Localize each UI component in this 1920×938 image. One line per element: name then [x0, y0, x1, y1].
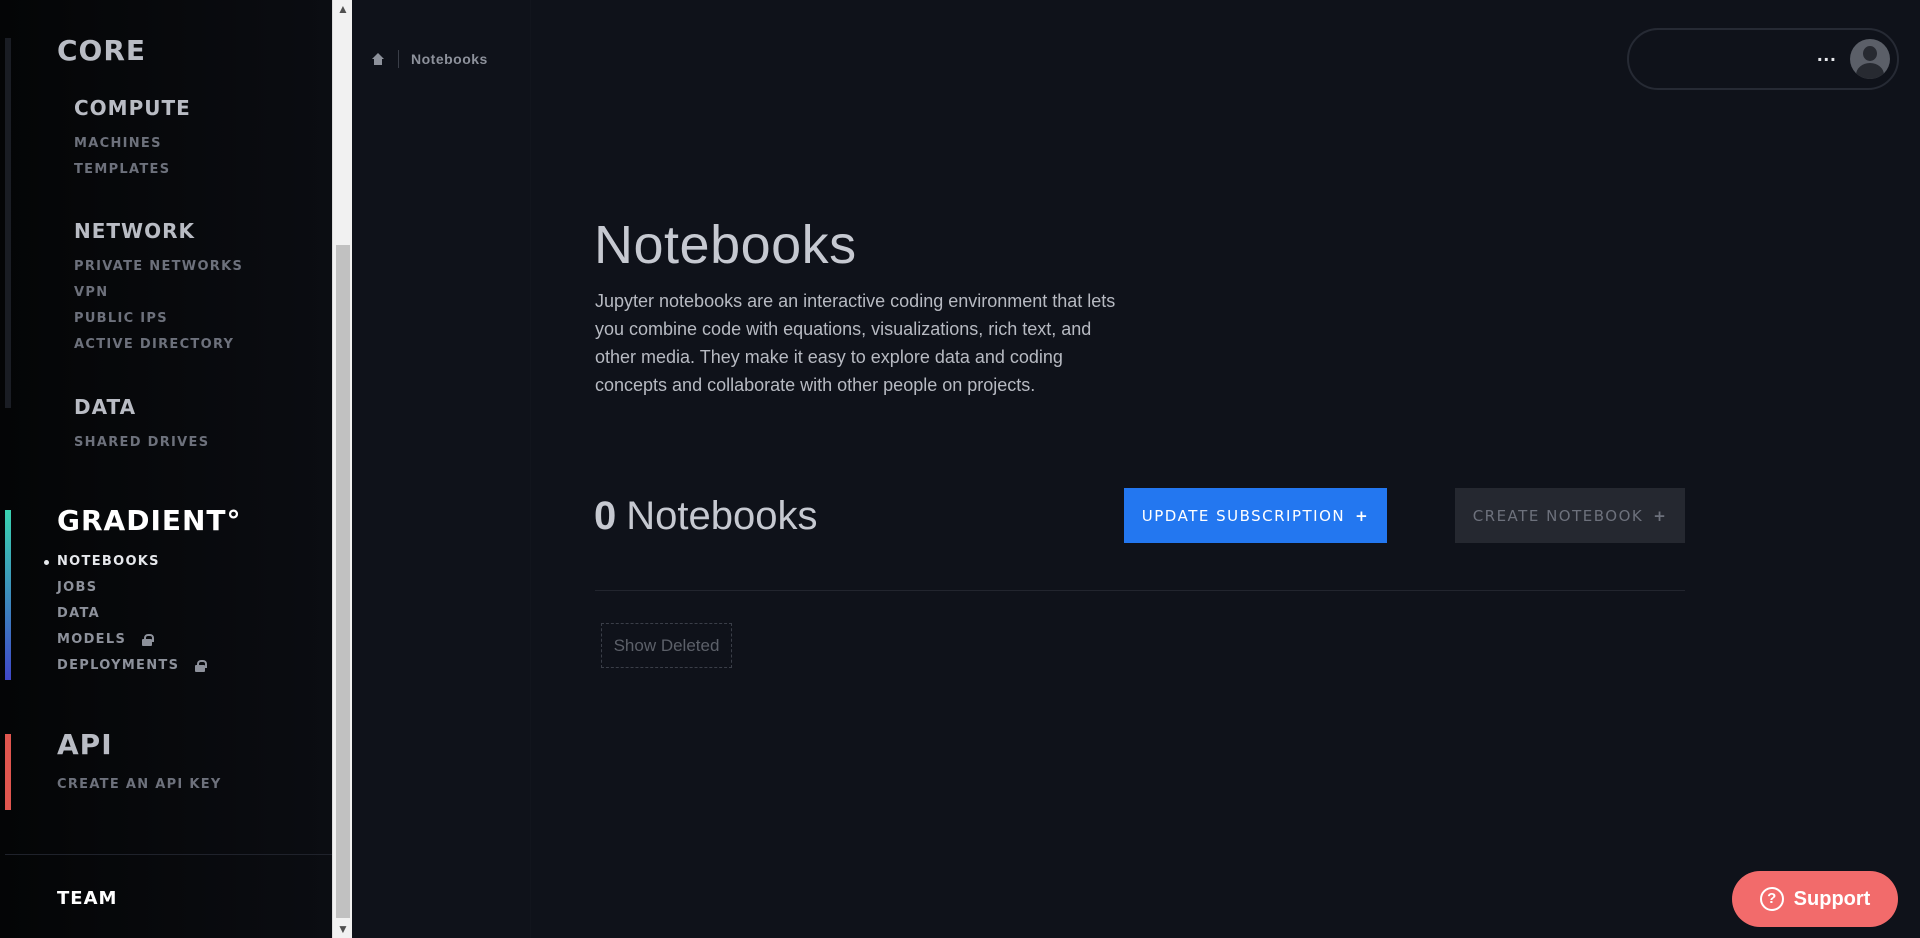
sidebar-item-label: DEPLOYMENTS [57, 658, 180, 673]
support-label: Support [1793, 887, 1871, 910]
column-divider [530, 0, 531, 938]
sidebar-item-public-ips[interactable]: PUBLIC IPS [74, 311, 168, 326]
sidebar-item-data[interactable]: DATA [57, 606, 100, 621]
support-button[interactable]: ? Support [1732, 871, 1898, 927]
core-accent-bar [5, 38, 11, 408]
update-subscription-button[interactable]: UPDATE SUBSCRIPTION + [1124, 488, 1387, 543]
sidebar-item-templates[interactable]: TEMPLATES [74, 162, 170, 177]
compute-title[interactable]: COMPUTE [74, 96, 191, 120]
scroll-down-icon[interactable]: ▼ [333, 920, 353, 938]
page-title: Notebooks [594, 215, 857, 275]
content-divider [595, 590, 1685, 591]
sidebar: CORE COMPUTE MACHINES TEMPLATES NETWORK … [0, 0, 332, 938]
breadcrumb-separator [398, 50, 399, 68]
lock-icon [142, 633, 155, 646]
api-accent-bar [5, 734, 11, 810]
sidebar-item-create-api-key[interactable]: CREATE AN API KEY [57, 777, 222, 792]
sidebar-item-machines[interactable]: MACHINES [74, 136, 162, 151]
show-deleted-button[interactable]: Show Deleted [601, 623, 732, 668]
plus-icon: + [1355, 506, 1370, 525]
gradient-accent-bar [5, 510, 11, 680]
scroll-up-icon[interactable]: ▲ [333, 0, 353, 18]
sidebar-item-vpn[interactable]: VPN [74, 285, 108, 300]
team-title[interactable]: TEAM [57, 888, 117, 909]
update-subscription-label: UPDATE SUBSCRIPTION [1141, 506, 1346, 525]
gradient-section-title[interactable]: GRADIENT° [57, 504, 242, 537]
team-divider [5, 854, 332, 855]
scroll-thumb[interactable] [336, 245, 350, 918]
sidebar-item-private-networks[interactable]: PRIVATE NETWORKS [74, 259, 243, 274]
main-content [352, 0, 1920, 938]
avatar[interactable] [1850, 39, 1890, 79]
active-indicator [44, 560, 49, 565]
api-section-title[interactable]: API [57, 728, 113, 761]
core-section-title: CORE [57, 34, 147, 67]
lock-icon [195, 659, 208, 672]
user-menu[interactable]: ... [1627, 28, 1899, 90]
sidebar-item-label: JOBS [57, 580, 98, 595]
sidebar-item-shared-drives[interactable]: SHARED DRIVES [74, 435, 209, 450]
notebook-count-number: 0 [594, 494, 617, 538]
create-notebook-label: CREATE NOTEBOOK [1472, 506, 1644, 525]
sidebar-item-active-directory[interactable]: ACTIVE DIRECTORY [74, 337, 234, 352]
help-icon: ? [1759, 887, 1784, 911]
more-icon[interactable]: ... [1817, 44, 1837, 67]
plus-icon: + [1653, 506, 1668, 525]
sidebar-item-label: DATA [57, 606, 100, 621]
breadcrumb: Notebooks [372, 50, 488, 68]
page-description: Jupyter notebooks are an interactive cod… [595, 291, 1116, 395]
create-notebook-button[interactable]: CREATE NOTEBOOK + [1455, 488, 1685, 543]
home-icon[interactable] [372, 53, 384, 65]
sidebar-item-jobs[interactable]: JOBS [57, 580, 97, 595]
data-title[interactable]: DATA [74, 395, 136, 419]
sidebar-item-label: MODELS [57, 632, 127, 647]
notebook-count-label: Notebooks [626, 494, 818, 538]
breadcrumb-current: Notebooks [411, 51, 488, 67]
sidebar-item-models[interactable]: MODELS [57, 632, 155, 647]
sidebar-scrollbar[interactable]: ▲ ▼ [332, 0, 352, 938]
sidebar-item-label: NOTEBOOKS [57, 554, 160, 569]
network-title[interactable]: NETWORK [74, 219, 195, 243]
sidebar-item-deployments[interactable]: DEPLOYMENTS [57, 658, 208, 673]
notebook-count: 0 Notebooks [594, 494, 817, 539]
sidebar-item-notebooks[interactable]: NOTEBOOKS [57, 554, 160, 569]
